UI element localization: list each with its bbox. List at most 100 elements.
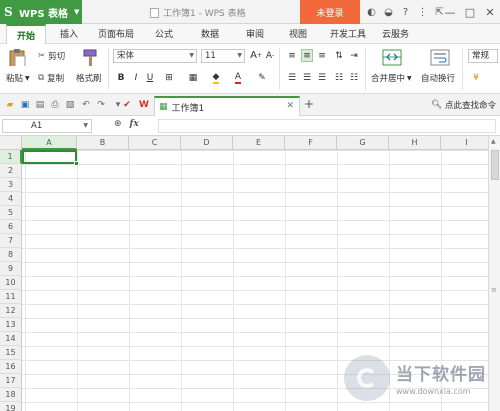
wps-w-icon[interactable]: W: [138, 98, 150, 111]
tab-review[interactable]: 审阅: [246, 27, 264, 40]
borders-icon[interactable]: ⊞: [163, 71, 175, 84]
row-header-4[interactable]: 4: [0, 192, 22, 206]
row-header-18[interactable]: 18: [0, 388, 22, 402]
command-search[interactable]: 🔍︎ 点此查找命令: [431, 99, 496, 111]
column-header-h[interactable]: H: [389, 136, 441, 150]
paste-button[interactable]: 粘贴 ▼: [6, 72, 30, 84]
number-format-select[interactable]: 常规: [468, 49, 498, 63]
italic-button[interactable]: I: [130, 71, 142, 84]
align-right-icon[interactable]: ☰: [316, 71, 328, 84]
indent-icon[interactable]: ⇥: [348, 49, 360, 62]
row-header-5[interactable]: 5: [0, 206, 22, 220]
help-icon[interactable]: ?: [398, 4, 413, 20]
align-bottom-icon[interactable]: ≡: [316, 49, 328, 62]
fill-handle[interactable]: [74, 161, 79, 166]
clear-format-icon[interactable]: ✎: [256, 71, 268, 84]
wrap-text-icon[interactable]: [430, 48, 450, 66]
tab-data[interactable]: 数据: [201, 27, 219, 40]
print-preview-icon[interactable]: ▤: [34, 98, 46, 111]
bold-button[interactable]: B: [115, 71, 127, 84]
column-header-f[interactable]: F: [285, 136, 337, 150]
row-header-14[interactable]: 14: [0, 332, 22, 346]
copy-button[interactable]: ⧉ 复制: [38, 72, 64, 84]
font-color-icon[interactable]: A: [232, 71, 244, 84]
decrease-font-icon[interactable]: A-: [264, 49, 276, 62]
column-header-a[interactable]: A: [22, 136, 77, 150]
underline-button[interactable]: U: [144, 71, 156, 84]
align-center-icon[interactable]: ☰: [301, 71, 313, 84]
feedback-icon[interactable]: ◒: [381, 4, 396, 20]
text-direction-icon[interactable]: ⇅: [333, 49, 345, 62]
export-pdf-icon[interactable]: ▧: [64, 98, 76, 111]
login-button[interactable]: 未登录: [300, 0, 360, 24]
row-header-7[interactable]: 7: [0, 234, 22, 248]
tab-cloud[interactable]: 云服务: [382, 27, 409, 40]
pin-icon[interactable]: ✔: [121, 98, 133, 111]
row-header-10[interactable]: 10: [0, 276, 22, 290]
scroll-up-icon[interactable]: ▲: [491, 138, 496, 145]
name-box[interactable]: A1 ▼: [2, 119, 92, 133]
row-header-19[interactable]: 19: [0, 402, 22, 411]
maximize-button[interactable]: □: [460, 0, 480, 24]
active-cell[interactable]: [22, 150, 79, 166]
column-header-b[interactable]: B: [77, 136, 129, 150]
scrollbar-thumb[interactable]: [491, 150, 499, 180]
row-header-17[interactable]: 17: [0, 374, 22, 388]
row-header-2[interactable]: 2: [0, 164, 22, 178]
tab-page-layout[interactable]: 页面布局: [98, 27, 134, 40]
row-header-6[interactable]: 6: [0, 220, 22, 234]
row-header-1[interactable]: 1: [0, 150, 22, 164]
column-header-i[interactable]: I: [441, 136, 488, 150]
column-header-e[interactable]: E: [233, 136, 285, 150]
row-header-8[interactable]: 8: [0, 248, 22, 262]
minimize-button[interactable]: —: [440, 0, 460, 24]
print-icon[interactable]: ⎙: [49, 98, 61, 111]
insert-function-button[interactable]: fx: [130, 119, 139, 129]
select-all-corner[interactable]: [0, 136, 22, 150]
more-icon[interactable]: ⋮: [415, 4, 430, 20]
format-painter-button[interactable]: 格式刷: [76, 72, 102, 84]
align-left-icon[interactable]: ☰: [286, 71, 298, 84]
wrap-text-button[interactable]: 自动换行: [421, 72, 455, 84]
open-folder-icon[interactable]: ▰: [4, 98, 16, 111]
justify-icon[interactable]: ☷: [333, 71, 345, 84]
cut-button[interactable]: ✂ 剪切: [38, 50, 65, 62]
tab-insert[interactable]: 插入: [60, 27, 78, 40]
paste-icon[interactable]: [8, 48, 28, 66]
redo-icon[interactable]: ↷: [95, 98, 107, 111]
currency-format-icon[interactable]: ¥: [470, 71, 482, 84]
font-name-select[interactable]: 宋体 ▼: [113, 49, 197, 63]
split-grip-icon[interactable]: ≡: [491, 286, 497, 294]
skin-icon[interactable]: ◐: [364, 4, 379, 20]
tab-home[interactable]: 开始: [6, 24, 47, 45]
row-header-11[interactable]: 11: [0, 290, 22, 304]
app-menu-button[interactable]: S WPS 表格 ▼: [0, 0, 82, 24]
row-header-15[interactable]: 15: [0, 346, 22, 360]
distribute-icon[interactable]: ☷: [348, 71, 360, 84]
align-middle-icon[interactable]: ≡: [301, 49, 313, 62]
merge-cells-icon[interactable]: ▦: [187, 71, 199, 84]
row-header-9[interactable]: 9: [0, 262, 22, 276]
align-top-icon[interactable]: ≡: [286, 49, 298, 62]
fill-color-icon[interactable]: ◆: [210, 71, 222, 84]
merge-center-icon[interactable]: [382, 48, 402, 66]
row-header-3[interactable]: 3: [0, 178, 22, 192]
close-button[interactable]: ✕: [480, 0, 500, 24]
zoom-formula-icon[interactable]: ⊕: [114, 119, 122, 129]
column-header-d[interactable]: D: [181, 136, 233, 150]
increase-font-icon[interactable]: A +: [250, 49, 262, 62]
formula-input[interactable]: [158, 119, 496, 133]
row-header-16[interactable]: 16: [0, 360, 22, 374]
close-tab-icon[interactable]: ✕: [286, 101, 294, 111]
undo-icon[interactable]: ↶: [80, 98, 92, 111]
font-size-select[interactable]: 11 ▼: [201, 49, 245, 63]
column-header-g[interactable]: G: [337, 136, 389, 150]
format-painter-icon[interactable]: [80, 48, 100, 66]
tab-developer[interactable]: 开发工具: [330, 27, 366, 40]
tab-formulas[interactable]: 公式: [155, 27, 173, 40]
save-icon[interactable]: ▣: [19, 98, 31, 111]
row-header-12[interactable]: 12: [0, 304, 22, 318]
row-header-13[interactable]: 13: [0, 318, 22, 332]
merge-center-button[interactable]: 合并居中 ▼: [371, 72, 412, 84]
column-header-c[interactable]: C: [129, 136, 181, 150]
